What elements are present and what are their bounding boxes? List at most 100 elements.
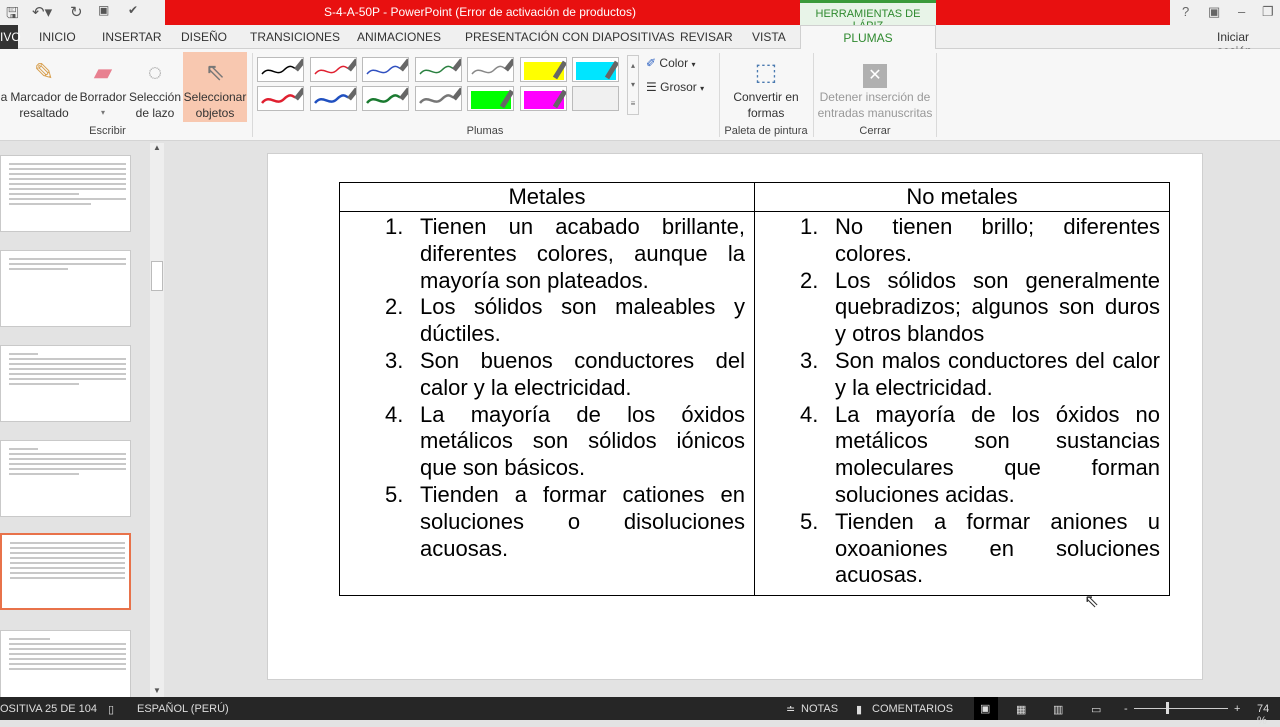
tab-plumas[interactable]: PLUMAS — [800, 25, 936, 50]
reading-view-icon[interactable]: ▥ — [1053, 703, 1063, 716]
slideshow-icon[interactable]: ▣ — [98, 3, 109, 17]
tab-revisar[interactable]: REVISAR — [680, 30, 733, 44]
slide-thumbnail[interactable] — [0, 155, 131, 232]
comments-icon: ▮ — [856, 704, 863, 716]
zoom-out-button[interactable]: - — [1124, 703, 1128, 715]
lasso-label: Selección de lazo — [128, 90, 182, 120]
no-metales-cell: 1. No tienen brillo; diferentes colores. 2… — [754, 210, 1170, 597]
pen-style-swatch[interactable] — [467, 86, 514, 111]
tab-transiciones[interactable]: TRANSICIONES — [250, 30, 340, 44]
select-objects-button[interactable]: ⇖ Seleccionar objetos — [183, 52, 247, 122]
minimize-icon[interactable]: – — [1238, 4, 1245, 19]
slide-thumbnail[interactable] — [0, 440, 131, 517]
undo-icon[interactable]: ↶▾ — [32, 3, 52, 21]
zoom-slider[interactable] — [1134, 708, 1228, 709]
pen-style-swatch[interactable] — [572, 86, 619, 111]
restore-icon[interactable]: ❐ — [1262, 4, 1274, 20]
item-number: 2. — [800, 267, 819, 293]
tab-presentacion[interactable]: PRESENTACIÓN CON DIAPOSITIVAS — [465, 30, 675, 44]
pen-style-swatch[interactable] — [257, 86, 304, 111]
tab-vista[interactable]: VISTA — [752, 30, 786, 44]
lasso-select-button[interactable]: ◌ Selección de lazo — [128, 57, 182, 121]
item-text: Son buenos conductores del calor y la el… — [420, 347, 745, 400]
list-item: 1. Tienen un acabado brillante, diferente… — [340, 214, 745, 294]
redo-icon[interactable]: ↻ — [70, 3, 83, 21]
pen-style-swatch[interactable] — [362, 86, 409, 111]
pen-thickness-label: Grosor — [660, 80, 697, 94]
item-number: 4. — [800, 401, 819, 427]
tab-file[interactable]: IVO — [0, 25, 21, 49]
title-bar: 🖫 ↶▾ ↻ ▣ ✔ S-4-A-50P - PowerPoint (Error… — [0, 0, 1280, 32]
slide-thumbnail[interactable] — [0, 345, 131, 422]
comments-button[interactable]: COMENTARIOS — [872, 703, 953, 715]
tab-insertar[interactable]: INSERTAR — [102, 30, 162, 44]
tab-diseno[interactable]: DISEÑO — [181, 30, 227, 44]
pen-color-label: Color — [659, 56, 689, 70]
item-text: La mayoría de los óxidos metálicos son s… — [420, 401, 745, 481]
list-item: 4. La mayoría de los óxidos metálicos son… — [340, 402, 745, 482]
pen-color-button[interactable]: ✐ Color ▾ — [646, 55, 695, 73]
proofing-icon[interactable]: ▯ — [108, 703, 114, 716]
zoom-in-button[interactable]: + — [1234, 703, 1240, 715]
slide-thumbnail[interactable] — [0, 250, 131, 327]
header-no-metales: No metales — [754, 182, 1170, 212]
metales-cell: 1. Tienen un acabado brillante, diferente… — [339, 210, 755, 597]
tab-inicio[interactable]: INICIO — [39, 30, 76, 44]
list-item: 2. Los sólidos son maleables y dúctiles. — [340, 294, 745, 348]
notes-button[interactable]: NOTAS — [801, 703, 838, 715]
pen-style-swatch[interactable] — [519, 57, 567, 82]
slide-counter: OSITIVA 25 DE 104 — [0, 703, 98, 715]
pen-style-swatch[interactable] — [309, 57, 357, 82]
zoom-slider-thumb[interactable] — [1166, 702, 1169, 714]
highlighter-button[interactable]: ✎ Marcador de resaltado — [10, 57, 78, 121]
ribbon-tabs: IVO INICIO INSERTAR DISEÑO TRANSICIONES … — [0, 25, 1280, 58]
slideshow-view-icon[interactable]: ▭ — [1091, 703, 1101, 716]
list-item: 2. Los sólidos son generalmente quebradiz… — [755, 268, 1160, 348]
list-item: 5. Tienden a formar aniones u oxoaniones … — [755, 509, 1160, 589]
pen-gallery — [257, 55, 627, 115]
list-item: 5. Tienden a formar cationes en solucione… — [340, 482, 745, 562]
highlighter-icon: ✎ — [33, 59, 55, 86]
pen-gallery-scroll[interactable]: ▴ ▾ ≡ — [627, 55, 639, 115]
pen-style-swatch[interactable] — [362, 57, 409, 82]
slide-sorter-icon[interactable]: ▦ — [1016, 703, 1026, 716]
help-icon[interactable]: ? — [1182, 4, 1189, 19]
convert-to-shapes-label: Convertir en formas — [733, 90, 799, 120]
pen-button-partial[interactable]: a — [0, 89, 8, 105]
scrollbar-thumb[interactable] — [151, 261, 163, 291]
thumbnail-scrollbar[interactable]: ▲ ▼ — [150, 143, 164, 697]
pen-style-swatch[interactable] — [309, 86, 357, 111]
pen-thickness-button[interactable]: ☰ Grosor ▾ — [646, 79, 704, 97]
slide-thumbnail-panel — [0, 141, 165, 700]
normal-view-icon[interactable]: ▣ — [974, 697, 998, 720]
pen-style-swatch[interactable] — [257, 57, 304, 82]
item-text: Los sólidos son generalmente quebradizos… — [835, 267, 1160, 347]
pen-style-swatch[interactable] — [519, 86, 567, 111]
slide-thumbnail-current[interactable] — [0, 533, 131, 610]
close-x-icon: ✕ — [816, 57, 934, 89]
list-item: 3. Son buenos conductores del calor y la … — [340, 348, 745, 402]
ribbon-display-icon[interactable]: ▣ — [1208, 4, 1220, 20]
comparison-table: Metales No metales 1. Tienen un acabado b… — [339, 182, 1170, 597]
pen-style-swatch[interactable] — [414, 86, 462, 111]
spelling-icon[interactable]: ✔ — [128, 3, 138, 17]
pen-style-swatch[interactable] — [572, 57, 619, 82]
zoom-level[interactable]: 74 % — [1257, 703, 1280, 727]
stop-inking-button[interactable]: ✕ Detener inserción de entradas manuscri… — [816, 57, 934, 121]
slide-thumbnail[interactable] — [0, 630, 131, 700]
item-text: Tienen un acabado brillante, diferentes … — [420, 214, 745, 293]
convert-to-shapes-button[interactable]: ⬚ Convertir en formas — [728, 57, 804, 121]
lasso-icon: ◌ — [147, 59, 163, 86]
eraser-icon: ▰ — [93, 59, 113, 86]
item-number: 2. — [385, 294, 404, 320]
item-number: 5. — [800, 508, 819, 534]
item-number: 5. — [385, 481, 404, 507]
language-indicator[interactable]: ESPAÑOL (PERÚ) — [137, 703, 229, 715]
list-item: 1. No tienen brillo; diferentes colores. — [755, 214, 1160, 268]
eraser-button[interactable]: ▰ Borrador ▾ — [78, 57, 128, 121]
pen-style-swatch[interactable] — [414, 57, 462, 82]
tab-animaciones[interactable]: ANIMACIONES — [357, 30, 441, 44]
ribbon: a ✎ Marcador de resaltado ▰ Borrador ▾ ◌… — [0, 49, 1280, 141]
item-text: Son malos conductores del calor y la ele… — [835, 347, 1160, 400]
pen-style-swatch[interactable] — [467, 57, 514, 82]
